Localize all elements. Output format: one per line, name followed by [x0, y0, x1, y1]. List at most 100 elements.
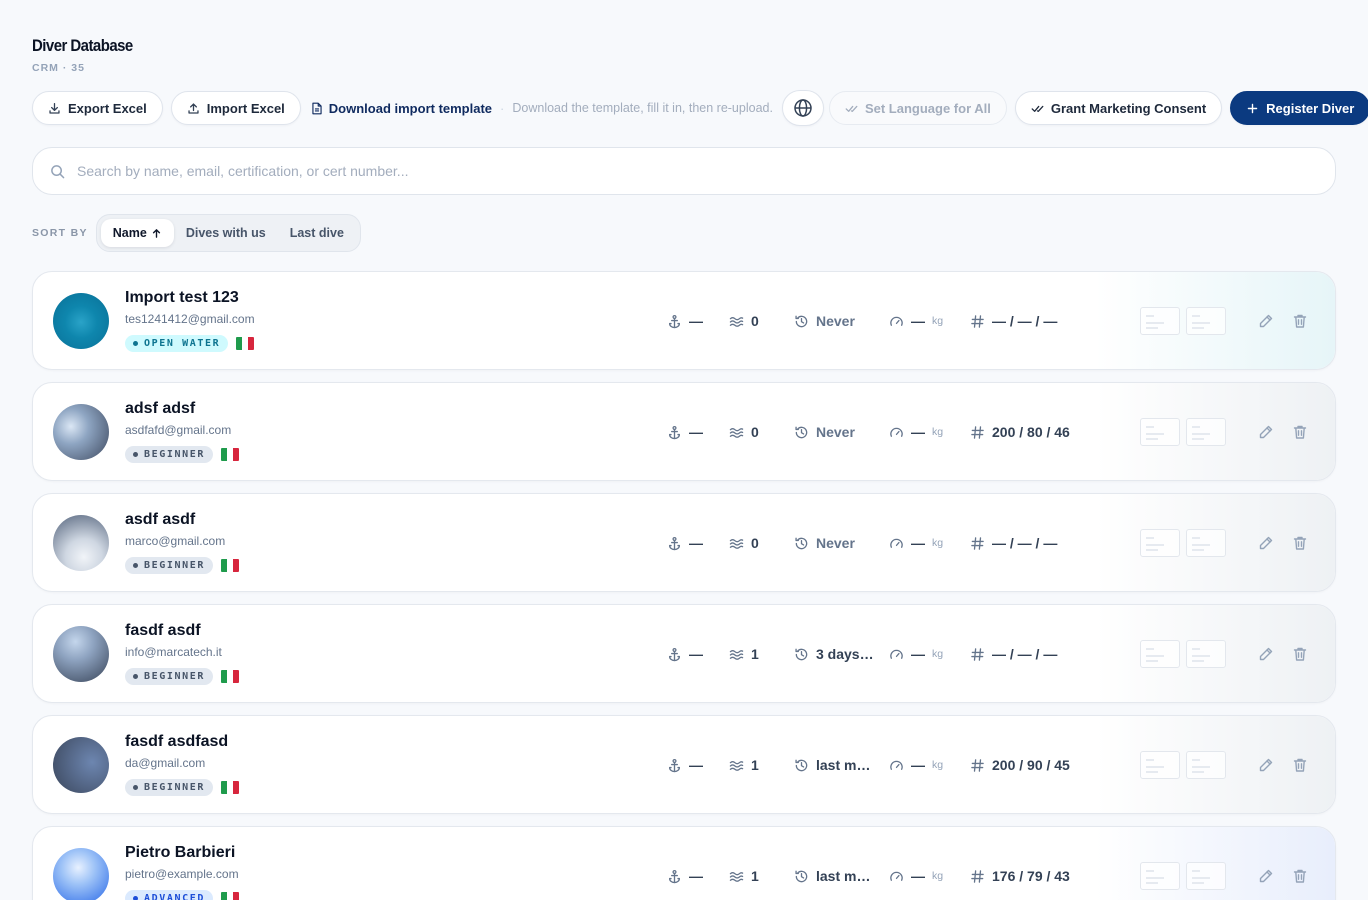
diver-row[interactable]: Import test 123 tes1241412@gmail.com OPE…	[32, 271, 1336, 370]
diver-badges: BEGINNER	[125, 557, 239, 574]
document-front-thumbnail[interactable]	[1140, 529, 1180, 557]
search-input[interactable]	[77, 163, 977, 179]
waves-icon	[729, 760, 744, 771]
certification-badge: BEGINNER	[125, 446, 213, 463]
template-hint: Download the template, fill it in, then …	[512, 101, 773, 115]
document-front-thumbnail[interactable]	[1140, 862, 1180, 890]
language-globe-button[interactable]	[781, 90, 824, 126]
document-back-thumbnail[interactable]	[1186, 640, 1226, 668]
upload-icon	[188, 102, 199, 114]
dives-stat: 1	[729, 645, 759, 663]
certification-label: OPEN WATER	[144, 338, 221, 349]
diver-name: fasdf asdf	[125, 622, 201, 639]
document-front-thumbnail[interactable]	[1140, 751, 1180, 779]
trash-icon[interactable]	[1292, 535, 1308, 551]
toolbar: Export Excel Import Excel Download impor…	[32, 90, 1368, 126]
sort-option-last-dive[interactable]: Last dive	[278, 219, 356, 247]
anchor-value: —	[689, 313, 703, 329]
last-dive-stat: last m…	[794, 867, 870, 885]
grant-marketing-consent-button[interactable]: Grant Marketing Consent	[1014, 91, 1223, 125]
last-dive-value: Never	[816, 313, 855, 329]
certification-badge: BEGINNER	[125, 779, 213, 796]
hash-icon	[971, 758, 984, 772]
document-front-thumbnail[interactable]	[1140, 307, 1180, 335]
weight-unit: kg	[932, 648, 944, 660]
dives-stat: 0	[729, 534, 759, 552]
export-excel-button[interactable]: Export Excel	[32, 91, 163, 125]
pencil-icon[interactable]	[1258, 868, 1274, 884]
trash-icon[interactable]	[1292, 868, 1308, 884]
dives-value: 0	[751, 535, 759, 551]
dives-value: 0	[751, 313, 759, 329]
trash-icon[interactable]	[1292, 757, 1308, 773]
certification-label: BEGINNER	[144, 671, 205, 682]
document-back-thumbnail[interactable]	[1186, 529, 1226, 557]
pencil-icon[interactable]	[1258, 535, 1274, 551]
certification-badge: BEGINNER	[125, 557, 213, 574]
toolbar-separator: ·	[500, 100, 505, 116]
sizes-stat: — / — / —	[970, 645, 1057, 663]
pencil-icon[interactable]	[1258, 646, 1274, 662]
import-excel-button[interactable]: Import Excel	[170, 91, 301, 125]
history-icon	[795, 648, 808, 660]
sizes-value: 200 / 80 / 46	[992, 424, 1070, 440]
pencil-icon[interactable]	[1258, 313, 1274, 329]
anchor-value: —	[689, 424, 703, 440]
pencil-icon[interactable]	[1258, 424, 1274, 440]
dives-value: 1	[751, 646, 759, 662]
diver-row[interactable]: asdf asdf marco@gmail.com BEGINNER — 0 N…	[32, 493, 1336, 592]
diver-row[interactable]: fasdf asdfasd da@gmail.com BEGINNER — 1 …	[32, 715, 1336, 814]
gauge-icon	[890, 427, 903, 437]
dives-value: 1	[751, 757, 759, 773]
document-back-thumbnail[interactable]	[1186, 307, 1226, 335]
trash-icon[interactable]	[1292, 313, 1308, 329]
italy-flag-icon	[220, 670, 239, 683]
dives-stat: 1	[729, 867, 759, 885]
diver-row[interactable]: fasdf asdf info@marcatech.it BEGINNER — …	[32, 604, 1336, 703]
trash-icon[interactable]	[1292, 646, 1308, 662]
diver-row[interactable]: Pietro Barbieri pietro@example.com ADVAN…	[32, 826, 1336, 900]
history-icon	[795, 759, 808, 771]
document-back-thumbnail[interactable]	[1186, 862, 1226, 890]
history-icon	[795, 426, 808, 438]
avatar	[53, 515, 109, 571]
set-language-all-button[interactable]: Set Language for All	[828, 91, 1007, 125]
pencil-icon[interactable]	[1258, 757, 1274, 773]
diver-email: info@marcatech.it	[125, 645, 222, 659]
anchor-value: —	[689, 868, 703, 884]
diver-row[interactable]: adsf adsf asdfafd@gmail.com BEGINNER — 0…	[32, 382, 1336, 481]
sort-option-name[interactable]: Name	[100, 219, 174, 247]
diver-email: da@gmail.com	[125, 756, 206, 770]
register-diver-button[interactable]: Register Diver	[1230, 91, 1368, 125]
weight-value: —	[911, 535, 925, 551]
diver-name: asdf asdf	[125, 511, 196, 528]
document-front-thumbnail[interactable]	[1140, 418, 1180, 446]
waves-icon	[729, 649, 744, 660]
sizes-stat: — / — / —	[970, 534, 1057, 552]
anchor-icon	[668, 536, 681, 550]
waves-icon	[729, 427, 744, 438]
dives-stat: 1	[729, 756, 759, 774]
gauge-icon	[890, 538, 903, 548]
certification-badge: ADVANCED	[125, 890, 213, 900]
trash-icon[interactable]	[1292, 424, 1308, 440]
document-back-thumbnail[interactable]	[1186, 418, 1226, 446]
badge-dot	[133, 674, 138, 679]
sort-option-dives[interactable]: Dives with us	[174, 219, 278, 247]
import-excel-label: Import Excel	[206, 100, 285, 116]
avatar	[53, 626, 109, 682]
document-front-thumbnail[interactable]	[1140, 640, 1180, 668]
weight-value: —	[911, 757, 925, 773]
document-back-thumbnail[interactable]	[1186, 751, 1226, 779]
diver-email: marco@gmail.com	[125, 534, 226, 548]
sort-segmented-control: Name Dives with us Last dive	[95, 214, 361, 252]
download-template-link[interactable]: Download import template	[311, 101, 492, 116]
diver-badges: BEGINNER	[125, 779, 239, 796]
italy-flag-icon	[220, 448, 239, 461]
weight-unit: kg	[932, 426, 944, 438]
sizes-stat: 176 / 79 / 43	[970, 867, 1070, 885]
last-dive-stat: Never	[794, 534, 855, 552]
hash-icon	[971, 314, 984, 328]
page-title: Diver Database	[32, 36, 133, 55]
avatar	[53, 848, 109, 900]
